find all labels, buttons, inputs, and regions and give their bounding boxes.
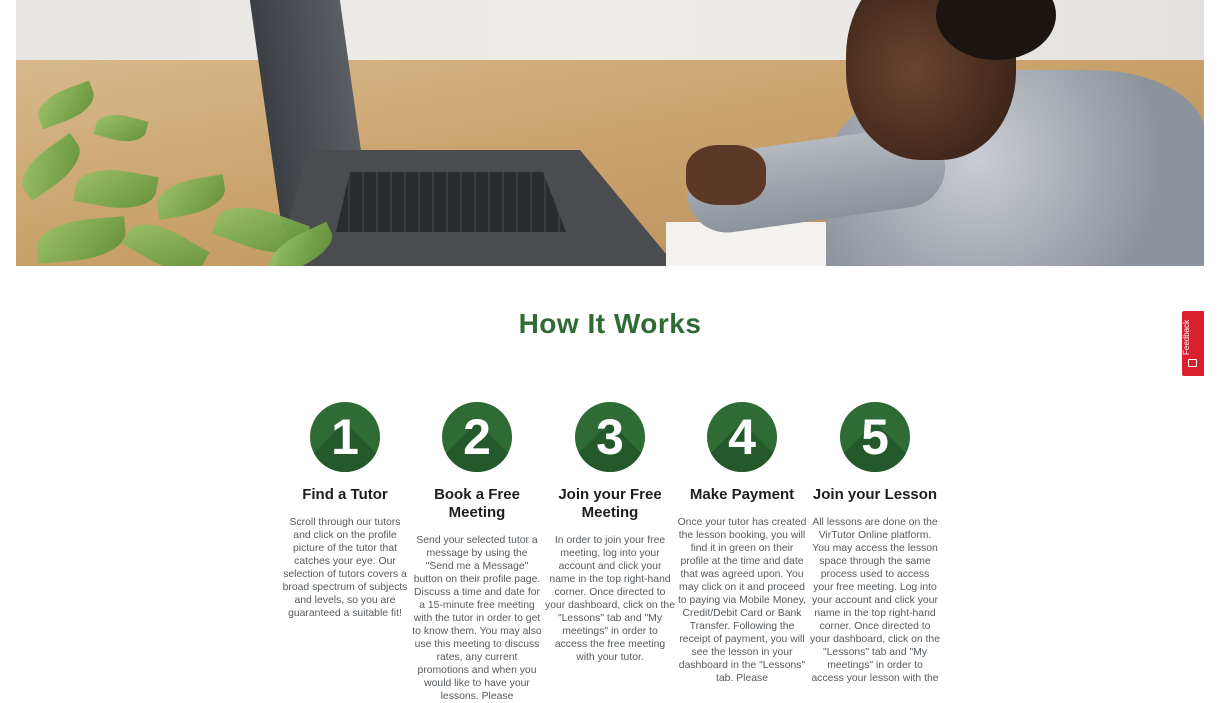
step-description: Scroll through our tutors and click on t… bbox=[282, 517, 408, 619]
step-title: Find a Tutor bbox=[302, 486, 388, 503]
plant-leaves bbox=[16, 60, 356, 266]
step-number: 1 bbox=[331, 409, 359, 465]
feedback-tab[interactable]: Feedback bbox=[1182, 311, 1204, 376]
leaf bbox=[153, 174, 229, 220]
step-number: 4 bbox=[728, 409, 756, 465]
leaf bbox=[122, 212, 210, 266]
step-title: Make Payment bbox=[689, 486, 795, 503]
feedback-icon bbox=[1188, 359, 1197, 367]
step-number-badge: 2 bbox=[442, 402, 512, 472]
step-number: 2 bbox=[463, 409, 491, 465]
step-number: 3 bbox=[596, 409, 624, 465]
hand bbox=[686, 145, 766, 205]
step-number-badge: 4 bbox=[707, 402, 777, 472]
steps-list: 1 Find a Tutor Scroll through our tutors… bbox=[280, 402, 940, 702]
step-join-lesson: 5 Join your Lesson All lessons are done … bbox=[810, 402, 940, 685]
step-number: 5 bbox=[861, 409, 889, 465]
step-description: In order to join your free meeting, log … bbox=[545, 535, 675, 663]
leaf bbox=[73, 163, 159, 215]
step-number-badge: 5 bbox=[840, 402, 910, 472]
hero-image bbox=[16, 0, 1204, 266]
step-book-meeting: 2 Book a Free Meeting Send your selected… bbox=[412, 402, 542, 703]
leaf bbox=[34, 216, 128, 264]
student-figure bbox=[681, 0, 1204, 266]
step-title: Book a Free Meeting bbox=[434, 486, 520, 521]
step-number-badge: 3 bbox=[575, 402, 645, 472]
laptop-keyboard bbox=[336, 172, 566, 232]
step-title: Join your Free Meeting bbox=[558, 486, 662, 521]
leaf bbox=[93, 108, 149, 148]
step-find-tutor: 1 Find a Tutor Scroll through our tutors… bbox=[280, 402, 410, 620]
feedback-label: Feedback bbox=[1182, 319, 1191, 355]
step-description: All lessons are done on the VirTutor Onl… bbox=[810, 517, 940, 684]
step-description: Send your selected tutor a message by us… bbox=[412, 535, 542, 702]
step-number-badge: 1 bbox=[310, 402, 380, 472]
section-title: How It Works bbox=[518, 308, 702, 339]
step-make-payment: 4 Make Payment Once your tutor has creat… bbox=[677, 402, 807, 685]
step-title: Join your Lesson bbox=[812, 486, 938, 503]
step-description: Once your tutor has created the lesson b… bbox=[677, 517, 807, 684]
step-join-meeting: 3 Join your Free Meeting In order to joi… bbox=[545, 402, 675, 664]
leaf bbox=[32, 80, 100, 130]
